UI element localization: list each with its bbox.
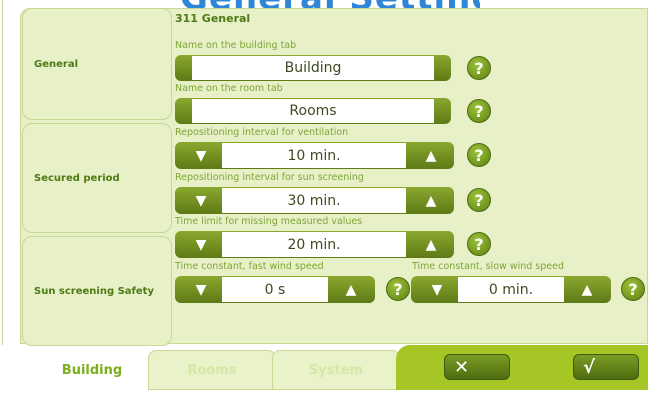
- fast-wind-label: Time constant, fast wind speed: [175, 261, 324, 272]
- fast-wind-value: 0 s: [222, 277, 328, 302]
- missing-values-stepper[interactable]: ▼ 20 min. ▲: [175, 231, 454, 258]
- help-icon[interactable]: ?: [621, 277, 645, 301]
- help-icon[interactable]: ?: [467, 232, 491, 256]
- help-icon[interactable]: ?: [467, 56, 491, 80]
- decrement-button[interactable]: ▼: [419, 276, 455, 303]
- increment-button[interactable]: ▲: [333, 276, 369, 303]
- tab-system[interactable]: System: [272, 350, 400, 390]
- missing-values-label: Time limit for missing measured values: [175, 216, 363, 227]
- fast-wind-stepper[interactable]: ▼ 0 s ▲: [175, 276, 375, 303]
- building-tab-name-field[interactable]: Building: [175, 55, 451, 81]
- decrement-button[interactable]: ▼: [183, 276, 219, 303]
- section-title: 311 General: [175, 12, 251, 25]
- increment-button[interactable]: ▲: [413, 187, 449, 214]
- missing-values-value: 20 min.: [222, 232, 406, 257]
- decrement-button[interactable]: ▼: [183, 187, 219, 214]
- sidebar-item-label: Secured period: [34, 172, 120, 184]
- left-outline: [2, 0, 22, 345]
- slow-wind-label: Time constant, slow wind speed: [412, 261, 564, 272]
- room-tab-name-label: Name on the room tab: [175, 83, 283, 94]
- vent-interval-label: Repositioning interval for ventilation: [175, 127, 349, 138]
- slow-wind-value: 0 min.: [458, 277, 564, 302]
- slow-wind-stepper[interactable]: ▼ 0 min. ▲: [411, 276, 611, 303]
- decrement-button[interactable]: ▼: [183, 142, 219, 169]
- sidebar-item-sun-screening-safety[interactable]: Sun screening Safety: [22, 236, 172, 346]
- tab-rooms[interactable]: Rooms: [148, 350, 276, 390]
- help-icon[interactable]: ?: [386, 277, 410, 301]
- sun-interval-label: Repositioning interval for sun screening: [175, 172, 364, 183]
- help-icon[interactable]: ?: [467, 99, 491, 123]
- building-tab-name-label: Name on the building tab: [175, 40, 297, 51]
- sun-interval-stepper[interactable]: ▼ 30 min. ▲: [175, 187, 454, 214]
- increment-button[interactable]: ▲: [569, 276, 605, 303]
- increment-button[interactable]: ▲: [413, 142, 449, 169]
- sidebar-item-label: Sun screening Safety: [34, 285, 154, 297]
- decrement-button[interactable]: ▼: [183, 231, 219, 258]
- vent-interval-stepper[interactable]: ▼ 10 min. ▲: [175, 142, 454, 169]
- room-tab-name-field[interactable]: Rooms: [175, 98, 451, 124]
- tab-building[interactable]: Building: [32, 350, 152, 390]
- help-icon[interactable]: ?: [467, 143, 491, 167]
- sidebar-item-label: General: [34, 58, 78, 70]
- vent-interval-value: 10 min.: [222, 143, 406, 168]
- building-tab-name-value[interactable]: Building: [192, 56, 434, 80]
- confirm-button[interactable]: √: [573, 354, 639, 380]
- help-icon[interactable]: ?: [467, 188, 491, 212]
- cancel-button[interactable]: ✕: [444, 354, 510, 380]
- check-icon: √: [583, 356, 596, 378]
- sun-interval-value: 30 min.: [222, 188, 406, 213]
- room-tab-name-value[interactable]: Rooms: [192, 99, 434, 123]
- close-icon: ✕: [454, 356, 470, 378]
- sidebar-item-secured-period[interactable]: Secured period: [22, 123, 172, 233]
- increment-button[interactable]: ▲: [413, 231, 449, 258]
- sidebar-item-general[interactable]: General: [22, 8, 172, 120]
